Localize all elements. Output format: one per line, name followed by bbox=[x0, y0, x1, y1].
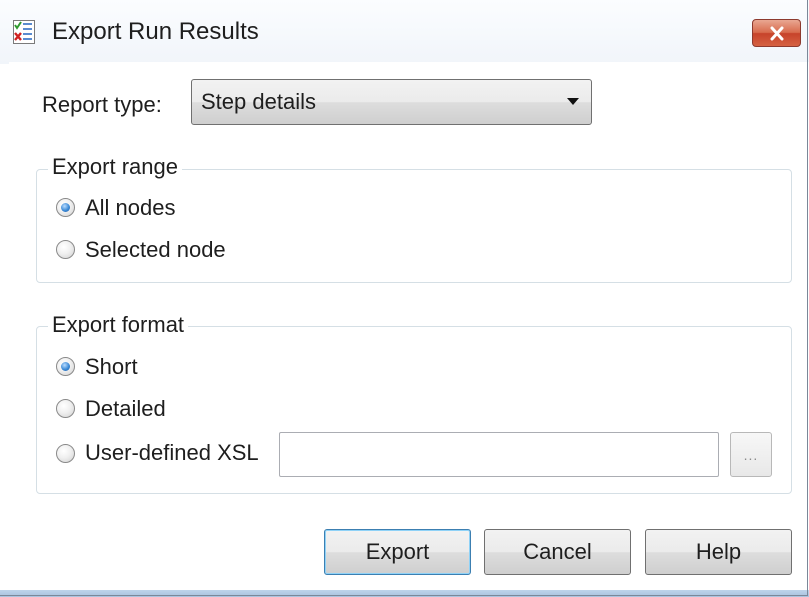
export-run-results-dialog: Export Run Results Report type: Step det… bbox=[0, 0, 809, 597]
window-frame bbox=[0, 0, 808, 596]
